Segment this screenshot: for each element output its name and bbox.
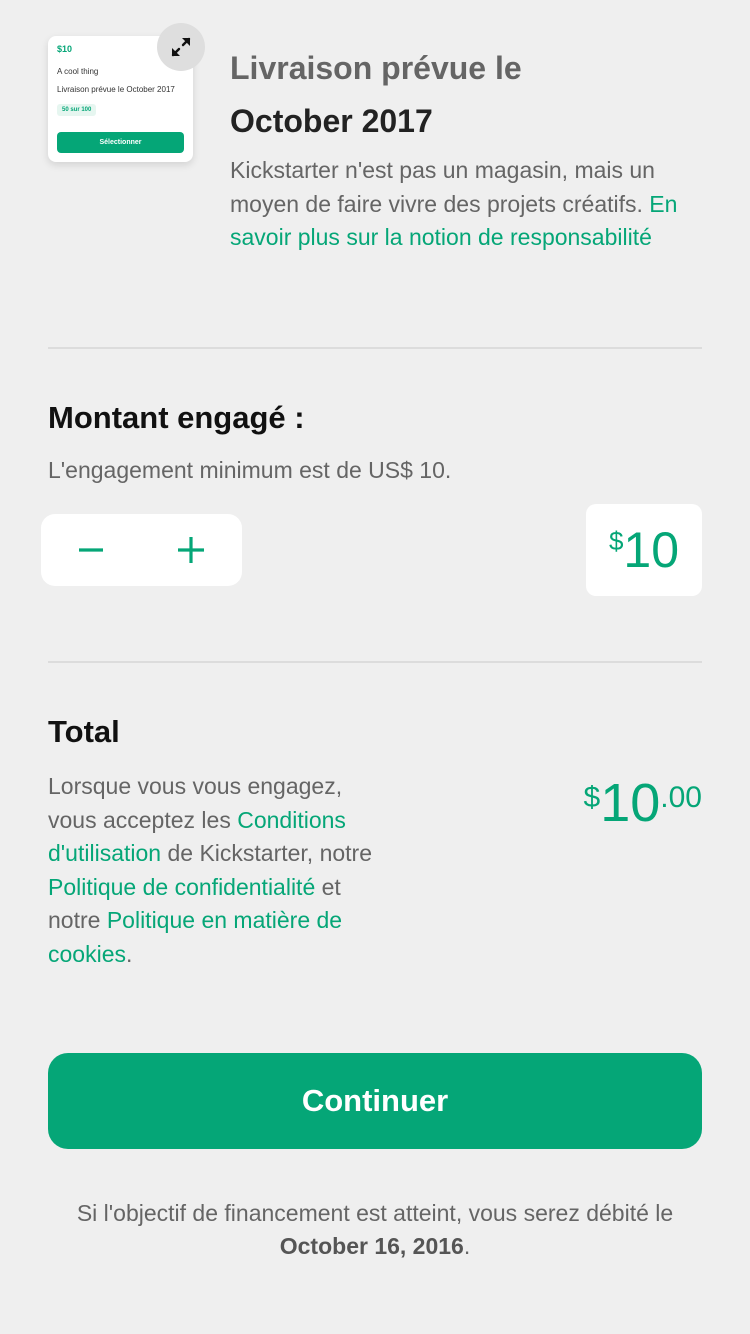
terms-text-4: .: [125, 940, 133, 967]
footnote-end: .: [463, 1233, 471, 1259]
total-integer: 10: [600, 773, 661, 833]
terms-text-2: de Kickstarter, notre: [167, 840, 373, 866]
reward-card-title: A cool thing: [57, 67, 99, 76]
total-decimal: .00: [660, 781, 702, 814]
reward-card-delivery: Livraison prévue le October 2017: [57, 85, 175, 94]
plus-icon: [178, 537, 204, 563]
charge-footnote: Si l'objectif de financement est atteint…: [30, 1197, 720, 1263]
total-amount: $ 10 .00: [584, 772, 702, 834]
reward-card-select-button[interactable]: Sélectionner: [57, 132, 184, 153]
reward-card-badge: 50 sur 100: [57, 104, 97, 116]
delivery-label: Livraison prévue le: [230, 50, 522, 86]
pledge-minimum-text: L'engagement minimum est de US$ 10.: [48, 457, 452, 483]
decrement-button[interactable]: [41, 514, 141, 586]
footnote-text: Si l'objectif de financement est atteint…: [76, 1200, 674, 1226]
privacy-policy-link[interactable]: Politique de confidentialité: [48, 874, 315, 900]
terms-text: Lorsque vous vous engagez, vous acceptez…: [48, 770, 378, 971]
pledge-amount: 10: [623, 522, 680, 578]
pledge-amount-input[interactable]: $ 10: [586, 504, 702, 596]
delivery-description: Kickstarter n'est pas un magasin, mais u…: [230, 154, 720, 255]
divider: [48, 347, 702, 349]
delivery-description-text: Kickstarter n'est pas un magasin, mais u…: [230, 157, 655, 217]
total-heading: Total: [48, 714, 120, 749]
footnote-date: October 16, 2016: [279, 1233, 464, 1259]
pledge-heading: Montant engagé :: [48, 400, 305, 435]
pledge-currency: $: [608, 526, 624, 556]
divider: [48, 661, 702, 663]
minus-icon: [79, 548, 103, 552]
total-currency: $: [583, 781, 601, 814]
increment-button[interactable]: [141, 514, 241, 586]
delivery-date: October 2017: [230, 103, 433, 139]
expand-button[interactable]: [157, 23, 205, 71]
continue-button[interactable]: Continuer: [48, 1053, 702, 1149]
pledge-stepper: [41, 514, 242, 586]
expand-arrows-icon: [171, 37, 191, 57]
